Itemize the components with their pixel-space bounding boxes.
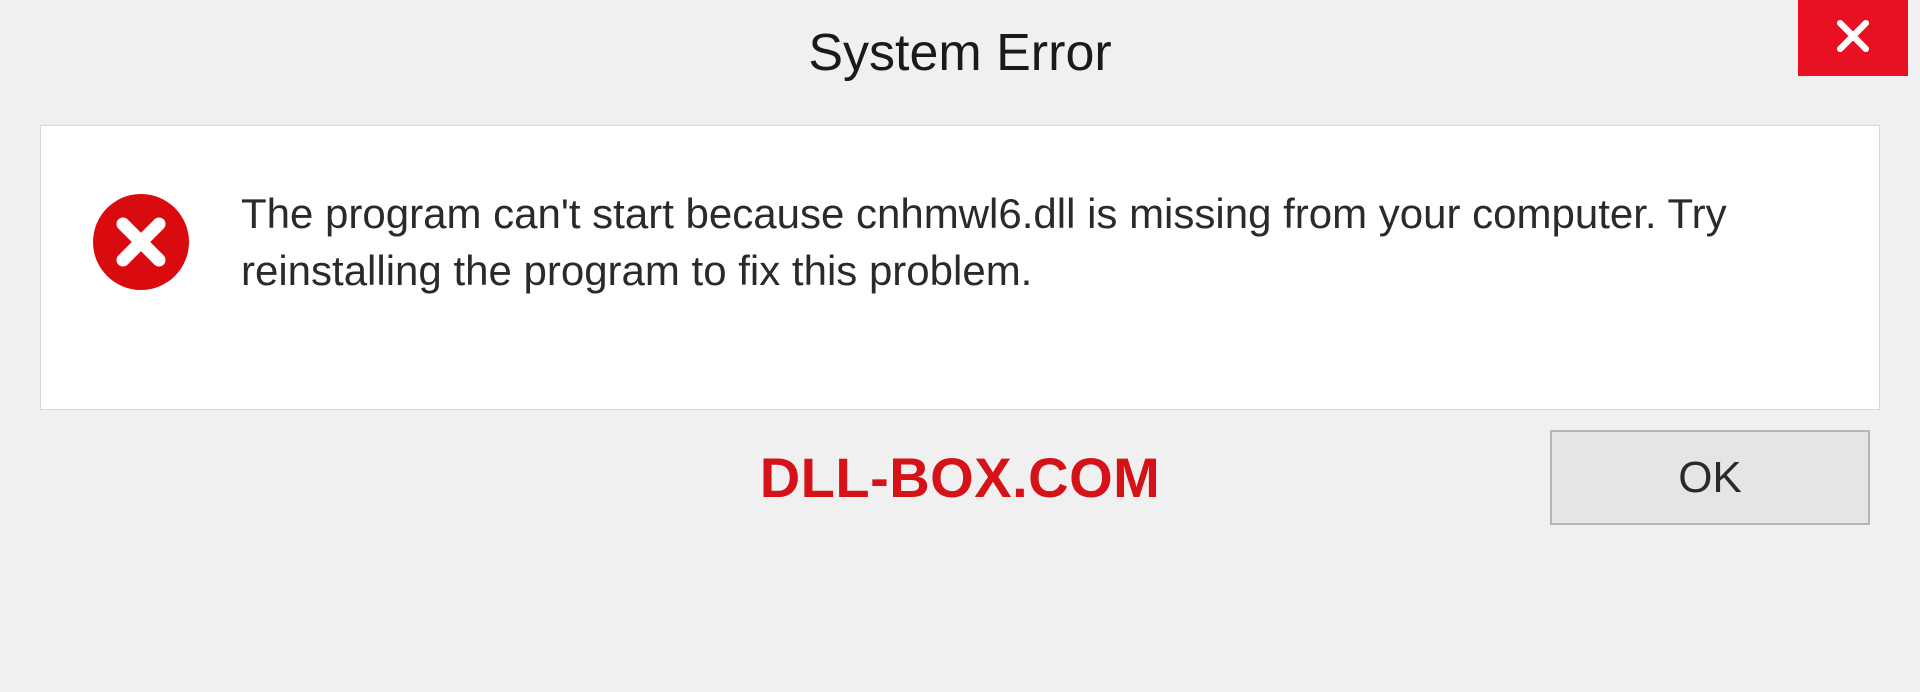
error-icon: [91, 192, 191, 292]
ok-button[interactable]: OK: [1550, 430, 1870, 525]
dialog-title: System Error: [808, 23, 1111, 83]
footer-bar: DLL-BOX.COM OK: [0, 410, 1920, 525]
title-bar: System Error: [0, 0, 1920, 105]
close-icon: [1831, 14, 1875, 63]
watermark-text: DLL-BOX.COM: [760, 445, 1161, 510]
system-error-dialog: System Error The program can't start bec…: [0, 0, 1920, 692]
error-message: The program can't start because cnhmwl6.…: [241, 186, 1829, 299]
close-button[interactable]: [1798, 0, 1908, 76]
content-panel: The program can't start because cnhmwl6.…: [40, 125, 1880, 410]
